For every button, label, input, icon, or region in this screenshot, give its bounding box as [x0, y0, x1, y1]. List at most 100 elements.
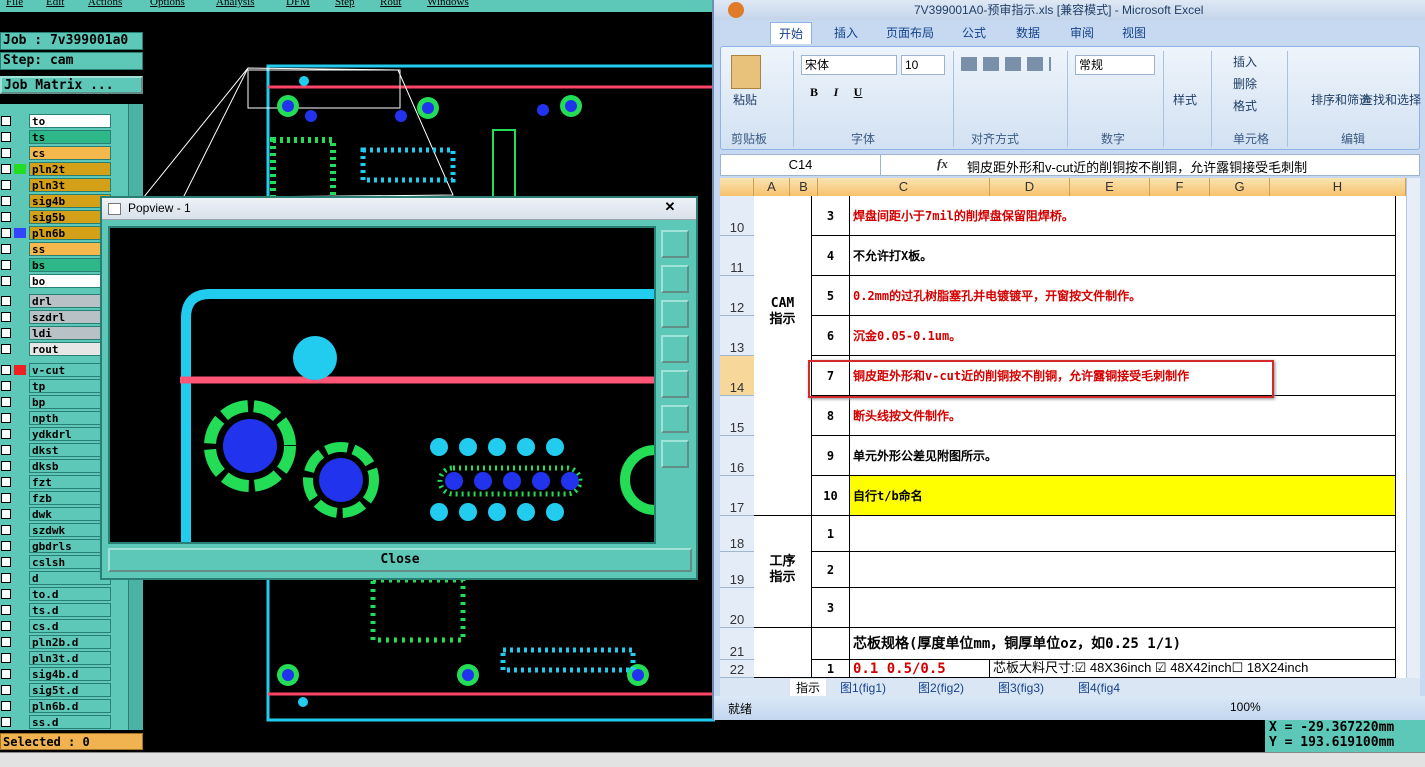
cell-d-22[interactable]: 芯板大料尺寸:☑ 48X36inch ☑ 48X42inch☐ 18X24inc… [990, 660, 1396, 678]
layer-checkbox[interactable] [1, 685, 11, 695]
cell-b[interactable]: 6 [812, 316, 850, 356]
layer-checkbox[interactable] [1, 621, 11, 631]
row-header[interactable]: 15 [720, 396, 754, 436]
cell-c[interactable]: 芯板规格(厚度单位mm，铜厚单位oz，如0.25 1/1) [850, 628, 1396, 660]
layer-name[interactable]: cslsh [29, 555, 111, 569]
layer-row[interactable]: pln2t [0, 161, 143, 177]
layer-row[interactable]: to.d [0, 586, 143, 602]
layer-name[interactable]: to [29, 114, 111, 128]
format-cells-label[interactable]: 格式 [1233, 97, 1257, 114]
layer-row[interactable]: ts.d [0, 602, 143, 618]
number-format-select[interactable]: 常规 [1075, 55, 1155, 75]
column-header[interactable]: F [1150, 178, 1210, 196]
cell-b[interactable]: 8 [812, 396, 850, 436]
tab-formulas[interactable]: 公式 [962, 24, 986, 41]
italic-button[interactable]: I [827, 83, 845, 101]
insert-cells-label[interactable]: 插入 [1233, 53, 1257, 70]
process-instructions-group[interactable]: 工序 指示 [754, 516, 812, 628]
cell-c[interactable] [850, 552, 1396, 588]
tab-data[interactable]: 数据 [1016, 24, 1040, 41]
column-header[interactable]: H [1270, 178, 1406, 196]
sheet-tab-3[interactable]: 图3(fig3) [998, 679, 1044, 696]
zoom-level[interactable]: 100% [1230, 700, 1261, 714]
cell-a-21[interactable] [754, 628, 812, 678]
name-box[interactable]: C14 [721, 155, 881, 175]
layer-row[interactable]: pln6b.d [0, 698, 143, 714]
layer-checkbox[interactable] [1, 589, 11, 599]
layer-name[interactable]: d [29, 571, 111, 585]
menu-step[interactable]: Step [335, 0, 355, 8]
layer-name[interactable]: cs.d [29, 619, 111, 633]
layer-checkbox[interactable] [1, 701, 11, 711]
layer-checkbox[interactable] [1, 212, 11, 222]
layer-row[interactable]: sig4b.d [0, 666, 143, 682]
align-icons[interactable] [961, 57, 1051, 71]
cell-c[interactable]: 0.2mm的过孔树脂塞孔并电镀镀平，开窗按文件制作。 [850, 276, 1396, 316]
menu-options[interactable]: Options [150, 0, 185, 8]
layer-checkbox[interactable] [1, 397, 11, 407]
layer-name[interactable]: bo [29, 274, 111, 288]
office-button-icon[interactable] [728, 2, 744, 18]
sheet-tab-2[interactable]: 图2(fig2) [918, 679, 964, 696]
layer-name[interactable]: bs [29, 258, 111, 272]
layer-name[interactable]: pln2b.d [29, 635, 111, 649]
layer-checkbox[interactable] [1, 717, 11, 727]
expand-icon[interactable] [661, 440, 689, 468]
layer-name[interactable]: szdrl [29, 310, 111, 324]
popview-titlebar[interactable]: Popview - 1 ✕ [102, 198, 696, 220]
layer-name[interactable]: ydkdrl [29, 427, 111, 441]
row-header[interactable]: 21 [720, 628, 754, 660]
layer-checkbox[interactable] [1, 669, 11, 679]
menu-file[interactable]: File [6, 0, 23, 8]
row-header[interactable]: 14 [720, 356, 754, 396]
cam-instructions-group[interactable]: CAM 指示 [754, 196, 812, 516]
layer-name[interactable]: sig5t.d [29, 683, 111, 697]
cell-b[interactable]: 3 [812, 588, 850, 628]
cell-c[interactable]: 焊盘间距小于7mil的削焊盘保留阻焊桥。 [850, 196, 1396, 236]
row-header[interactable]: 20 [720, 588, 754, 628]
layer-checkbox[interactable] [1, 312, 11, 322]
close-button[interactable]: Close [108, 548, 692, 572]
layer-name[interactable]: pln6b.d [29, 699, 111, 713]
menu-dfm[interactable]: DFM [286, 0, 310, 8]
layer-name[interactable]: ss [29, 242, 111, 256]
layer-name[interactable]: pln3t.d [29, 651, 111, 665]
job-matrix-button[interactable]: Job Matrix ... [0, 76, 143, 94]
tab-home[interactable]: 开始 [770, 22, 813, 44]
fit-icon[interactable] [661, 405, 689, 433]
layer-checkbox[interactable] [1, 344, 11, 354]
fx-icon[interactable]: fx [937, 156, 948, 172]
cell-c[interactable] [850, 588, 1396, 628]
layer-checkbox[interactable] [1, 276, 11, 286]
menu-analysis[interactable]: Analysis [216, 0, 255, 8]
cell-b[interactable]: 1 [812, 516, 850, 552]
layer-name[interactable]: rout [29, 342, 111, 356]
layer-checkbox[interactable] [1, 180, 11, 190]
layer-name[interactable]: gbdrls [29, 539, 111, 553]
cell-b[interactable]: 9 [812, 436, 850, 476]
layer-checkbox[interactable] [1, 116, 11, 126]
delete-cells-label[interactable]: 删除 [1233, 75, 1257, 92]
cell-c[interactable]: 断头线按文件制作。 [850, 396, 1396, 436]
popview-canvas[interactable] [108, 226, 690, 544]
row-header[interactable]: 22 [720, 660, 754, 678]
column-header[interactable]: C [818, 178, 990, 196]
paste-icon[interactable] [731, 55, 761, 89]
layer-name[interactable]: drl [29, 294, 111, 308]
layer-name[interactable]: dksb [29, 459, 111, 473]
row-header[interactable]: 19 [720, 552, 754, 588]
layer-checkbox[interactable] [1, 477, 11, 487]
layer-checkbox[interactable] [1, 381, 11, 391]
layer-row[interactable]: cs.d [0, 618, 143, 634]
sheet-tab-4[interactable]: 图4(fig4 [1078, 679, 1120, 696]
spreadsheet-grid[interactable]: A B C D E F G H 10 3 焊盘间距小于7mil的削焊盘保留阻焊桥。 11 4 不允许打X板… [720, 178, 1410, 678]
style-label[interactable]: 样式 [1173, 91, 1197, 108]
layer-checkbox[interactable] [1, 260, 11, 270]
tab-insert[interactable]: 插入 [834, 24, 858, 41]
column-header[interactable]: B [790, 178, 818, 196]
menu-edit[interactable]: Edit [46, 0, 64, 8]
layer-row[interactable]: pln3t.d [0, 650, 143, 666]
layer-checkbox[interactable] [1, 541, 11, 551]
tab-page-layout[interactable]: 页面布局 [886, 24, 934, 41]
select-all-corner[interactable] [720, 178, 754, 196]
